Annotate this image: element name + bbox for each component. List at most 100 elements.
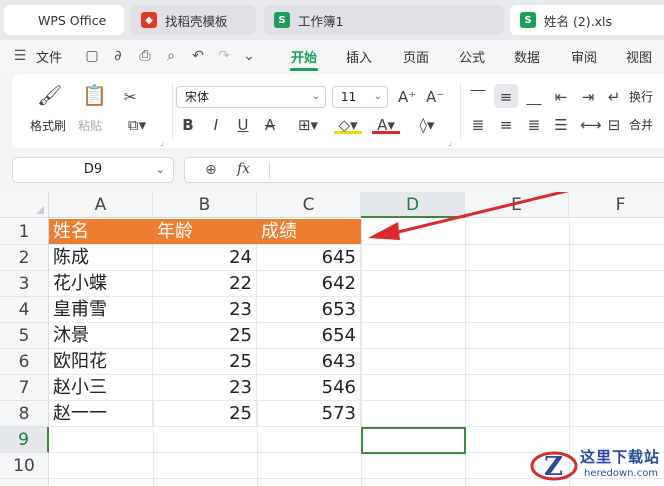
row-header-7[interactable]: 7 [0,375,49,401]
row-header-5[interactable]: 5 [0,323,49,349]
cut-icon[interactable]: ✂ [121,88,139,106]
menu-tab-review[interactable]: 审阅 [571,47,597,66]
redo-icon[interactable]: ↷ [216,48,232,64]
align-bottom-icon[interactable]: ⎽ [526,88,542,106]
row-header-2[interactable]: 2 [0,245,49,271]
paste-label[interactable]: 粘贴 [78,117,102,134]
svg-text:Z: Z [544,452,563,482]
paste-icon[interactable]: 📋 [82,85,107,105]
tab-docer[interactable]: ◆ 找稻壳模板 [131,5,256,35]
watermark-url: heredown.com [584,468,659,479]
tab-wps-office[interactable]: W WPS Office [4,5,124,35]
column-header-c[interactable]: C [257,192,361,218]
print-preview-icon[interactable]: ⌕ [163,48,179,64]
row-header-9[interactable]: 9 [0,427,49,453]
fx-icon[interactable]: fx [237,161,250,177]
select-all-icon [36,206,44,214]
format-painter-icon[interactable]: 🖌 [37,85,62,105]
fill-color-icon[interactable]: ◇▾ [334,116,362,134]
divider [172,82,173,140]
divider [460,82,461,140]
decrease-font-icon[interactable]: A⁻ [426,88,444,106]
align-center-icon[interactable]: ≡ [498,116,514,134]
borders-icon[interactable]: ⊞▾ [294,116,322,134]
bold-icon[interactable]: B [180,116,196,134]
menu-tab-data[interactable]: 数据 [514,47,540,66]
merge-cells-icon[interactable]: ⊟ [606,116,622,134]
name-box-value: D9 [83,162,103,177]
tab-label: 找稻壳模板 [165,13,228,29]
sheet-icon: S [520,12,536,28]
hamburger-menu-icon[interactable]: ☰ [12,48,28,64]
ribbon: 🖌 格式刷 📋 粘贴 ✂ ⧉▾ ⌟ 宋体 ⌄ 11 ⌄ A⁺ A⁻ B I U … [12,74,664,148]
name-box[interactable]: D9 ⌄ [12,157,174,183]
font-color-icon[interactable]: A▾ [372,116,400,134]
font-size-value: 11 [341,90,357,104]
copy-icon[interactable]: ⧉▾ [122,116,152,134]
tab-label: 姓名 (2).xls [544,13,613,29]
font-name-select[interactable]: 宋体 ⌄ [176,86,326,108]
align-top-icon[interactable]: ⎺ [470,88,486,106]
wrap-text-label[interactable]: 换行 [629,88,653,105]
merge-label[interactable]: 合并 [629,116,653,133]
tab-label: 工作簿1 [298,13,344,29]
formula-input[interactable]: ⊕ fx [184,157,664,183]
menu-tab-page[interactable]: 页面 [403,47,429,66]
link-icon[interactable]: ∂ [110,48,126,64]
align-right-icon[interactable]: ≣ [526,116,542,134]
chevron-down-icon: ⌄ [155,163,165,176]
menu-tab-insert[interactable]: 插入 [346,47,372,66]
docer-icon: ◆ [141,12,157,28]
column-header-b[interactable]: B [153,192,257,218]
divider [269,162,270,178]
print-icon[interactable]: ⎙ [137,48,153,64]
decrease-indent-icon[interactable]: ⇤ [553,88,569,106]
increase-indent-icon[interactable]: ⇥ [580,88,596,106]
select-all-corner[interactable] [0,192,49,218]
sheet-grid[interactable]: A B C D E F 1 2 3 4 5 6 7 8 9 10 姓名 年龄 成… [0,192,664,486]
strikethrough-icon[interactable]: A [262,116,278,134]
row-header-1[interactable]: 1 [0,219,49,245]
font-name-value: 宋体 [185,90,210,104]
increase-font-icon[interactable]: A⁺ [398,88,416,106]
tab-label: WPS Office [38,12,107,28]
format-painter-label[interactable]: 格式刷 [30,117,66,134]
row-header-4[interactable]: 4 [0,297,49,323]
more-chevron-icon[interactable]: ⌄ [241,48,257,64]
menu-tab-formula[interactable]: 公式 [459,47,485,66]
chevron-down-icon: ⌄ [311,91,320,102]
watermark-title: 这里下载站 [580,448,661,466]
zoom-icon[interactable]: ⊕ [205,162,217,178]
align-left-icon[interactable]: ≣ [470,116,486,134]
undo-icon[interactable]: ↶ [190,48,206,64]
underline-icon[interactable]: U [235,116,251,134]
watermark: Z 这里下载站 heredown.com [530,446,662,484]
menu-tab-home[interactable]: 开始 [291,47,317,66]
align-middle-icon[interactable]: ≡ [498,88,514,106]
file-menu[interactable]: 文件 [36,47,62,66]
column-header-a[interactable]: A [49,192,153,218]
distribute-icon[interactable]: ⟷ [580,116,602,134]
chevron-down-icon: ⌄ [373,91,382,102]
justify-icon[interactable]: ☰ [553,116,569,134]
row-header-8[interactable]: 8 [0,401,49,427]
wrap-text-icon[interactable]: ↵ [606,88,622,106]
row-header-11[interactable] [0,479,49,486]
save-icon[interactable]: ▢ [84,48,100,64]
font-size-select[interactable]: 11 ⌄ [332,86,388,108]
tab-current-file[interactable]: S 姓名 (2).xls [510,5,664,35]
clear-format-icon[interactable]: ◊▾ [412,116,442,134]
annotation-arrow [368,192,570,240]
tab-workbook1[interactable]: S 工作簿1 [264,5,504,35]
active-cell-d9[interactable] [361,427,466,454]
formula-bar: D9 ⌄ ⊕ fx [0,150,664,190]
row-header-3[interactable]: 3 [0,271,49,297]
watermark-logo-icon: Z [530,451,578,482]
sheet-icon: S [274,12,290,28]
active-tab-underline [290,68,318,71]
italic-icon[interactable]: I [208,116,224,134]
row-header-6[interactable]: 6 [0,349,49,375]
menu-tab-view[interactable]: 视图 [626,47,652,66]
row-header-10[interactable]: 10 [0,453,49,479]
wps-logo-icon: W [14,12,30,28]
